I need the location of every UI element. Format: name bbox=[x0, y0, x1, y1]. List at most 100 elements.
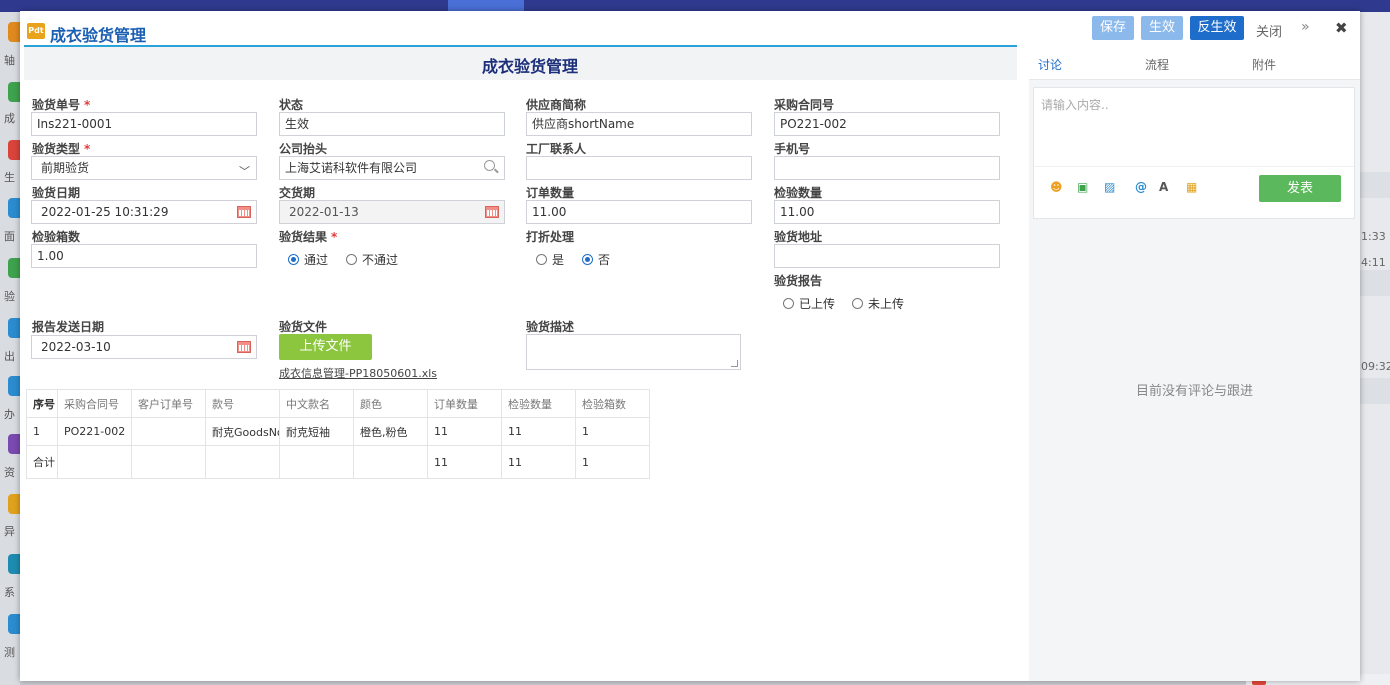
discount-no-label: 否 bbox=[598, 253, 611, 267]
company-header-field[interactable]: 上海艾诺科软件有限公司 bbox=[279, 156, 505, 180]
image-icon[interactable]: ▣ bbox=[1077, 180, 1088, 194]
column-header: 颜色 bbox=[353, 389, 428, 418]
radio-unchecked-icon bbox=[346, 254, 357, 265]
attachment-icon[interactable]: ▨ bbox=[1104, 180, 1115, 194]
background-row bbox=[1360, 378, 1390, 404]
inspection-address-field[interactable] bbox=[774, 244, 1000, 268]
tab-workflow[interactable]: 流程 bbox=[1145, 56, 1169, 73]
nav-label: 验 bbox=[4, 290, 15, 303]
report-send-date-label: 报告发送日期 bbox=[32, 320, 105, 334]
nav-label: 系 bbox=[4, 586, 15, 599]
table-cell: PO221-002 bbox=[57, 417, 132, 446]
table-cell bbox=[131, 417, 206, 446]
search-icon[interactable] bbox=[484, 160, 495, 171]
table-cell bbox=[131, 445, 206, 479]
report-not-uploaded-radio[interactable]: 未上传 bbox=[852, 295, 904, 312]
uploaded-file-link[interactable]: 成衣信息管理-PP18050601.xls bbox=[279, 365, 437, 381]
grid-icon[interactable]: ▦ bbox=[1186, 180, 1197, 194]
font-icon[interactable]: A bbox=[1159, 180, 1168, 194]
inspection-address-label: 验货地址 bbox=[774, 230, 823, 244]
inspection-form: 成衣验货管理 验货单号 * Ins221-0001 状态 生效 供应商简称 供应商… bbox=[20, 45, 1017, 681]
background-time: 4:11 bbox=[1361, 256, 1386, 269]
inspection-type-select[interactable]: 前期验货 ﹀ bbox=[31, 156, 257, 180]
company-header-value: 上海艾诺科软件有限公司 bbox=[285, 161, 418, 175]
inspection-file-label: 验货文件 bbox=[279, 320, 328, 334]
tab-attachments[interactable]: 附件 bbox=[1252, 56, 1276, 73]
inspection-date-field[interactable]: 2022-01-25 10:31:29 bbox=[31, 200, 257, 224]
purchase-contract-field[interactable]: PO221-002 bbox=[774, 112, 1000, 136]
nav-label: 测 bbox=[4, 646, 15, 659]
result-fail-radio[interactable]: 不通过 bbox=[346, 251, 398, 268]
order-qty-field[interactable]: 11.00 bbox=[526, 200, 752, 224]
background-time: 1:33 bbox=[1361, 230, 1386, 243]
comment-input[interactable]: 请输入内容.. bbox=[1041, 96, 1109, 113]
side-tabs: 讨论 流程 附件 bbox=[1029, 45, 1360, 80]
emoji-icon[interactable]: ☻ bbox=[1050, 180, 1063, 194]
table-cell bbox=[353, 445, 428, 479]
inspection-desc-textarea[interactable] bbox=[526, 334, 741, 370]
report-send-date-field[interactable]: 2022-03-10 bbox=[31, 335, 257, 359]
table-cell bbox=[57, 445, 132, 479]
background-list: 1:33 4:11 09:32 bbox=[1360, 12, 1390, 685]
table-row[interactable]: 1 PO221-002 耐克GoodsNo 耐克短袖 橙色,粉色 11 11 1 bbox=[26, 417, 650, 446]
effective-button[interactable]: 生效 bbox=[1141, 16, 1183, 40]
table-header-row: 序号 采购合同号 客户订单号 款号 中文款名 颜色 订单数量 检验数量 检验箱数 bbox=[26, 389, 650, 418]
nav-label: 办 bbox=[4, 408, 15, 421]
table-cell bbox=[205, 445, 280, 479]
inspection-result-label: 验货结果 * bbox=[279, 230, 338, 244]
purchase-contract-label: 采购合同号 bbox=[774, 98, 835, 112]
nav-label: 轴 bbox=[4, 54, 15, 67]
background-row bbox=[1360, 172, 1390, 198]
inspection-modal: Pdt 成衣验货管理 保存 生效 反生效 关闭 » ✖ 成衣验货管理 验货单号 *… bbox=[20, 11, 1360, 681]
discount-yes-radio[interactable]: 是 bbox=[536, 251, 564, 268]
save-button[interactable]: 保存 bbox=[1092, 16, 1134, 40]
mobile-label: 手机号 bbox=[774, 142, 811, 156]
report-uploaded-radio[interactable]: 已上传 bbox=[783, 295, 835, 312]
modal-header: Pdt 成衣验货管理 保存 生效 反生效 关闭 » ✖ bbox=[20, 11, 1360, 45]
supplier-short-field[interactable]: 供应商shortName bbox=[526, 112, 752, 136]
result-pass-radio[interactable]: 通过 bbox=[288, 251, 328, 268]
close-icon[interactable]: ✖ bbox=[1335, 19, 1348, 37]
column-header: 检验箱数 bbox=[575, 389, 650, 418]
inspection-date-label: 验货日期 bbox=[32, 186, 81, 200]
delivery-date-value: 2022-01-13 bbox=[289, 205, 359, 219]
column-header: 检验数量 bbox=[501, 389, 576, 418]
inspect-boxes-field[interactable]: 1.00 bbox=[31, 244, 257, 268]
mobile-field[interactable] bbox=[774, 156, 1000, 180]
table-cell bbox=[279, 445, 354, 479]
expand-icon[interactable]: » bbox=[1301, 19, 1310, 35]
radio-unchecked-icon bbox=[536, 254, 547, 265]
nav-label: 面 bbox=[4, 230, 15, 243]
close-button[interactable]: 关闭 bbox=[1256, 21, 1282, 40]
background-row bbox=[1360, 270, 1390, 296]
inspection-type-label: 验货类型 * bbox=[32, 142, 91, 156]
inspection-detail-table: 序号 采购合同号 客户订单号 款号 中文款名 颜色 订单数量 检验数量 检验箱数… bbox=[26, 389, 650, 479]
table-cell: 1 bbox=[26, 417, 58, 446]
upload-file-button[interactable]: 上传文件 bbox=[279, 334, 372, 360]
status-field[interactable]: 生效 bbox=[279, 112, 505, 136]
table-cell: 1 bbox=[575, 445, 650, 479]
column-header: 客户订单号 bbox=[131, 389, 206, 418]
inspection-no-field[interactable]: Ins221-0001 bbox=[31, 112, 257, 136]
inspect-qty-field[interactable]: 11.00 bbox=[774, 200, 1000, 224]
factory-contact-field[interactable] bbox=[526, 156, 752, 180]
company-header-label: 公司抬头 bbox=[279, 142, 328, 156]
result-fail-label: 不通过 bbox=[362, 253, 399, 267]
supplier-short-label: 供应商简称 bbox=[526, 98, 587, 112]
delivery-date-field[interactable]: 2022-01-13 bbox=[279, 200, 505, 224]
status-label: 状态 bbox=[279, 98, 304, 112]
at-icon[interactable]: @ bbox=[1135, 180, 1147, 194]
calendar-icon[interactable] bbox=[237, 206, 251, 218]
table-cell: 11 bbox=[501, 445, 576, 479]
app-logo-icon: Pdt bbox=[27, 23, 45, 39]
background-left-nav: 轴 成 生 面 验 出 办 资 异 系 测 bbox=[0, 12, 24, 685]
nav-label: 生 bbox=[4, 171, 15, 184]
discount-no-radio[interactable]: 否 bbox=[582, 251, 610, 268]
calendar-icon[interactable] bbox=[237, 341, 251, 353]
reverse-effective-button[interactable]: 反生效 bbox=[1190, 16, 1244, 40]
background-time: 09:32 bbox=[1361, 360, 1390, 373]
post-comment-button[interactable]: 发表 bbox=[1259, 175, 1341, 202]
calendar-icon[interactable] bbox=[485, 206, 499, 218]
tab-discussion[interactable]: 讨论 bbox=[1038, 56, 1062, 73]
factory-contact-label: 工厂联系人 bbox=[526, 142, 587, 156]
